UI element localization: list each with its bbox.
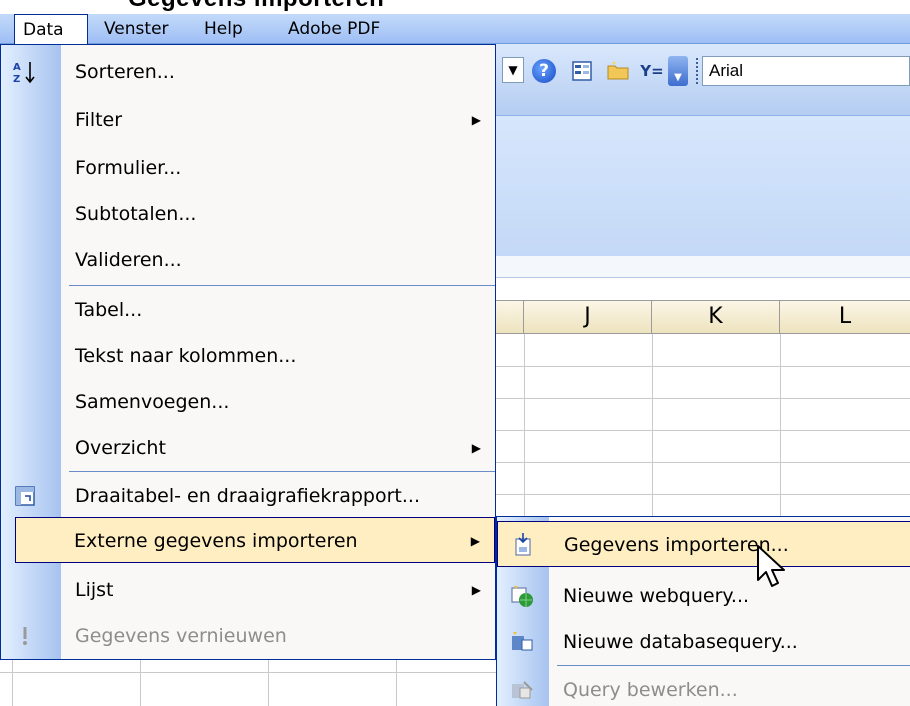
toolbar-background [496, 116, 910, 256]
grid-line [268, 660, 269, 706]
grid-line [496, 430, 910, 431]
column-header-i[interactable] [496, 301, 524, 334]
submenu-item-nieuwe-databasequery[interactable]: Nieuwe databasequery... [497, 619, 910, 665]
dropdown-arrow-icon[interactable]: ▼ [502, 57, 524, 83]
menu-bar: Venster Help Adobe PDF [0, 14, 910, 44]
column-header-row: J K L [496, 300, 910, 334]
menu-separator [69, 471, 495, 472]
menu-item-gegevens-vernieuwen[interactable]: Gegevens vernieuwen [1, 613, 495, 659]
menu-item-externe-gegevens-importeren[interactable]: Externe gegevens importeren ▶ [15, 517, 495, 563]
menu-item-label: Tekst naar kolommen... [75, 345, 297, 367]
menu-item-label: Subtotalen... [75, 203, 197, 225]
menu-item-overzicht[interactable]: Overzicht ▶ [1, 425, 495, 471]
grid-line [396, 660, 397, 706]
svg-text:Z: Z [13, 74, 20, 85]
pivot-table-icon [11, 482, 39, 510]
menu-item-label: Sorteren... [75, 61, 175, 83]
menu-item-filter[interactable]: Filter ▶ [1, 97, 495, 143]
menu-venster[interactable]: Venster [96, 16, 177, 44]
menu-item-label: Externe gegevens importeren [74, 530, 358, 552]
title-strip: Gegevens importeren [0, 0, 910, 14]
page-title: Gegevens importeren [128, 0, 384, 13]
formula-bar [496, 256, 910, 278]
menu-item-label: Samenvoegen... [75, 391, 230, 413]
grid-line [140, 660, 141, 706]
menu-item-label: Tabel... [75, 299, 143, 321]
submenu-arrow-icon: ▶ [471, 441, 481, 455]
menu-item-subtotalen[interactable]: Subtotalen... [1, 191, 495, 237]
web-query-icon [509, 583, 535, 609]
submenu-separator [557, 665, 910, 666]
menu-item-label: Draaitabel- en draaigrafiekrapport... [75, 485, 420, 507]
menu-data[interactable]: Data [14, 14, 88, 45]
toolbar-options-icon[interactable]: ▼ [668, 56, 688, 86]
column-header-j[interactable]: J [524, 301, 652, 334]
submenu-arrow-icon: ▶ [471, 583, 481, 597]
menu-item-samenvoegen[interactable]: Samenvoegen... [1, 379, 495, 425]
menu-help[interactable]: Help [196, 16, 251, 44]
grid-line [496, 366, 910, 367]
grid-line [496, 494, 910, 495]
grid-line [0, 672, 496, 673]
help-icon[interactable]: ? [532, 59, 556, 83]
toolbar-grip[interactable] [696, 58, 699, 84]
data-menu: AZ Sorteren... Filter ▶ Formulier... Sub… [0, 44, 496, 660]
font-name-select[interactable]: Arial [702, 56, 910, 86]
submenu-item-gegevens-importeren[interactable]: Gegevens importeren... [497, 521, 910, 567]
menu-item-label: Overzicht [75, 437, 166, 459]
submenu-item-query-bewerken[interactable]: Query bewerken... [497, 667, 910, 706]
menu-item-draaitabel[interactable]: Draaitabel- en draaigrafiekrapport... [1, 473, 495, 519]
svg-text:A: A [13, 62, 21, 73]
refresh-icon [11, 622, 39, 650]
submenu-item-label: Nieuwe webquery... [563, 585, 750, 607]
menu-separator [69, 285, 495, 286]
menu-item-label: Valideren... [75, 249, 182, 271]
externe-gegevens-submenu: Gegevens importeren... Nieuwe webquery..… [496, 516, 910, 706]
autofilter-icon[interactable]: Y= [638, 57, 666, 85]
import-data-icon [510, 532, 536, 558]
submenu-item-label: Query bewerken... [563, 679, 738, 701]
menu-item-valideren[interactable]: Valideren... [1, 237, 495, 283]
menu-item-label: Filter [75, 109, 123, 131]
submenu-item-nieuwe-webquery[interactable]: Nieuwe webquery... [497, 573, 910, 619]
grid-line [496, 398, 910, 399]
menu-item-tabel[interactable]: Tabel... [1, 287, 495, 333]
edit-query-icon [509, 677, 535, 703]
folder-icon[interactable] [604, 57, 632, 85]
submenu-arrow-icon: ▶ [470, 534, 480, 548]
grid-line [496, 462, 910, 463]
menu-adobe-pdf[interactable]: Adobe PDF [280, 16, 388, 44]
column-header-l[interactable]: L [780, 301, 910, 334]
form-icon[interactable] [568, 57, 596, 85]
menu-item-label: Formulier... [75, 157, 182, 179]
grid-line [12, 660, 13, 706]
menu-item-label: Lijst [75, 579, 114, 601]
mouse-cursor-icon [757, 545, 785, 587]
standard-toolbar: ▼ ? Y= ▼ Arial [496, 44, 910, 116]
submenu-item-label: Nieuwe databasequery... [563, 631, 798, 653]
menu-item-formulier[interactable]: Formulier... [1, 145, 495, 191]
menu-item-lijst[interactable]: Lijst ▶ [1, 567, 495, 613]
sort-az-icon: AZ [11, 58, 39, 86]
column-header-k[interactable]: K [652, 301, 780, 334]
menu-item-tekst-naar-kolommen[interactable]: Tekst naar kolommen... [1, 333, 495, 379]
menu-item-sorteren[interactable]: AZ Sorteren... [1, 49, 495, 95]
database-query-icon [509, 629, 535, 655]
menu-item-label: Gegevens vernieuwen [75, 625, 287, 647]
submenu-arrow-icon: ▶ [471, 113, 481, 127]
